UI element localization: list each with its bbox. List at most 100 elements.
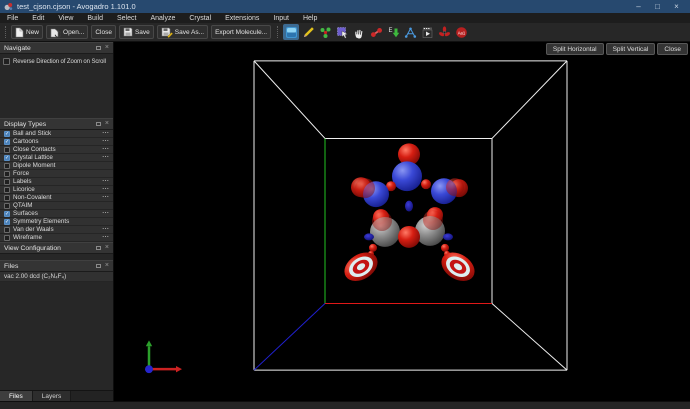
options-button-non-covalent[interactable]: ⋯ (102, 196, 109, 199)
checkbox-non-covalent[interactable] (4, 195, 10, 201)
display-type-row-force[interactable]: Force (0, 170, 113, 178)
file-entry[interactable]: vac 2.00 dcd (C₂N₄F₄) (0, 272, 113, 282)
toolbar-grip[interactable] (277, 26, 280, 38)
close-file-label: Close (95, 29, 112, 36)
display-type-label: Non-Covalent (13, 194, 52, 201)
checkbox-close-contacts[interactable] (4, 147, 10, 153)
split-horizontal-button[interactable]: Split Horizontal (546, 43, 604, 55)
menu-input[interactable]: Input (266, 15, 296, 22)
animation-tool[interactable] (419, 24, 435, 40)
tab-files[interactable]: Files (0, 391, 33, 401)
display-type-row-dipole-moment[interactable]: Dipole Moment (0, 162, 113, 170)
sidebar: Navigate × Reverse Direction of Zoom on … (0, 42, 114, 401)
minimize-button[interactable]: – (629, 0, 648, 13)
save-as-button[interactable]: Save As... (157, 25, 208, 39)
checkbox-labels[interactable] (4, 179, 10, 185)
options-button-van-der-waals[interactable]: ⋯ (102, 228, 109, 231)
menu-edit[interactable]: Edit (25, 15, 51, 22)
maximize-button[interactable]: □ (648, 0, 667, 13)
display-type-row-close-contacts[interactable]: Close Contacts⋯ (0, 146, 113, 154)
display-type-label: Dipole Moment (13, 162, 55, 169)
close-panel-icon[interactable]: × (105, 121, 109, 127)
navigate-panel-header: Navigate × (0, 42, 113, 54)
options-button-wireframe[interactable]: ⋯ (102, 236, 109, 239)
file-button-group: NewOpen... Close SaveSave As...Export Mole… (11, 25, 274, 39)
menu-help[interactable]: Help (296, 15, 324, 22)
display-type-row-symmetry-elements[interactable]: ✓Symmetry Elements (0, 218, 113, 226)
float-panel-icon[interactable] (96, 122, 101, 126)
tab-layers[interactable]: Layers (33, 391, 72, 401)
display-type-row-qtaim[interactable]: QTAIM (0, 202, 113, 210)
display-type-label: Symmetry Elements (13, 218, 69, 225)
display-type-row-cartoons[interactable]: ✓Cartoons⋯ (0, 138, 113, 146)
checkbox-symmetry-elements[interactable]: ✓ (4, 219, 10, 225)
reverse-zoom-label: Reverse Direction of Zoom on Scroll (13, 59, 106, 65)
checkbox-licorice[interactable] (4, 187, 10, 193)
menu-view[interactable]: View (51, 15, 80, 22)
display-type-label: Van der Waals (13, 226, 54, 233)
selection-tool[interactable] (334, 24, 350, 40)
checkbox-dipole-moment[interactable] (4, 163, 10, 169)
menu-build[interactable]: Build (80, 15, 110, 22)
checkbox-force[interactable] (4, 171, 10, 177)
label-tool[interactable]: Aa1 (453, 24, 469, 40)
export-molecule-button[interactable]: Export Molecule... (211, 25, 271, 39)
options-button-close-contacts[interactable]: ⋯ (102, 148, 109, 151)
toolbar-grip[interactable] (5, 26, 8, 38)
menu-select[interactable]: Select (110, 15, 143, 22)
display-type-row-crystal-lattice[interactable]: ✓Crystal Lattice⋯ (0, 154, 113, 162)
display-type-row-licorice[interactable]: Licorice ⋯ (0, 186, 113, 194)
open-file-icon (50, 27, 61, 38)
options-button-labels[interactable]: ⋯ (102, 180, 109, 183)
manipulate-tool[interactable] (351, 24, 367, 40)
options-button-cartoons[interactable]: ⋯ (102, 140, 109, 143)
navigate-tool[interactable] (283, 24, 299, 40)
float-panel-icon[interactable] (96, 264, 101, 268)
checkbox-wireframe[interactable] (4, 235, 10, 241)
checkbox-qtaim[interactable] (4, 203, 10, 209)
open-button[interactable]: Open... (46, 25, 88, 39)
crystal-tool[interactable] (436, 24, 452, 40)
options-button-licorice[interactable]: ⋯ (102, 188, 109, 191)
3d-scene[interactable] (114, 42, 690, 401)
float-panel-icon[interactable] (96, 46, 101, 50)
menu-file[interactable]: File (0, 15, 25, 22)
close-panel-icon[interactable]: × (105, 245, 109, 251)
align-tool[interactable]: E (385, 24, 401, 40)
3d-viewport[interactable]: Split HorizontalSplit VerticalClose (114, 42, 690, 401)
menu-crystal[interactable]: Crystal (182, 15, 218, 22)
measure-tool[interactable] (368, 24, 384, 40)
close-window-button[interactable]: × (667, 0, 686, 13)
checkbox-surfaces[interactable]: ✓ (4, 211, 10, 217)
menu-extensions[interactable]: Extensions (218, 15, 266, 22)
template-tool[interactable] (402, 24, 418, 40)
options-button-crystal-lattice[interactable]: ⋯ (102, 156, 109, 159)
options-button-surfaces[interactable]: ⋯ (102, 212, 109, 215)
display-type-row-wireframe[interactable]: Wireframe⋯ (0, 234, 113, 242)
save-icon (123, 27, 133, 37)
display-type-row-non-covalent[interactable]: Non-Covalent ⋯ (0, 194, 113, 202)
bond-centric-tool[interactable] (317, 24, 333, 40)
display-type-row-labels[interactable]: Labels⋯ (0, 178, 113, 186)
files-panel-header: Files × (0, 260, 113, 272)
close-file-button[interactable]: Close (91, 25, 116, 39)
new-button[interactable]: New (11, 25, 43, 39)
save-button[interactable]: Save (119, 25, 154, 39)
menu-analyze[interactable]: Analyze (143, 15, 182, 22)
display-type-row-ball-and-stick[interactable]: ✓Ball and Stick⋯ (0, 130, 113, 138)
close-panel-icon[interactable]: × (105, 263, 109, 269)
close-panel-icon[interactable]: × (105, 45, 109, 51)
close-view-button[interactable]: Close (657, 43, 688, 55)
checkbox-ball-and-stick[interactable]: ✓ (4, 131, 10, 137)
checkbox-crystal-lattice[interactable]: ✓ (4, 155, 10, 161)
display-type-row-van-der-waals[interactable]: Van der Waals ⋯ (0, 226, 113, 234)
draw-tool[interactable] (300, 24, 316, 40)
checkbox-van-der-waals[interactable] (4, 227, 10, 233)
float-panel-icon[interactable] (96, 246, 101, 250)
split-vertical-button[interactable]: Split Vertical (606, 43, 656, 55)
display-type-label: Licorice (13, 186, 35, 193)
display-type-row-surfaces[interactable]: ✓Surfaces⋯ (0, 210, 113, 218)
reverse-zoom-checkbox[interactable] (3, 58, 10, 65)
checkbox-cartoons[interactable]: ✓ (4, 139, 10, 145)
options-button-ball-and-stick[interactable]: ⋯ (102, 132, 109, 135)
